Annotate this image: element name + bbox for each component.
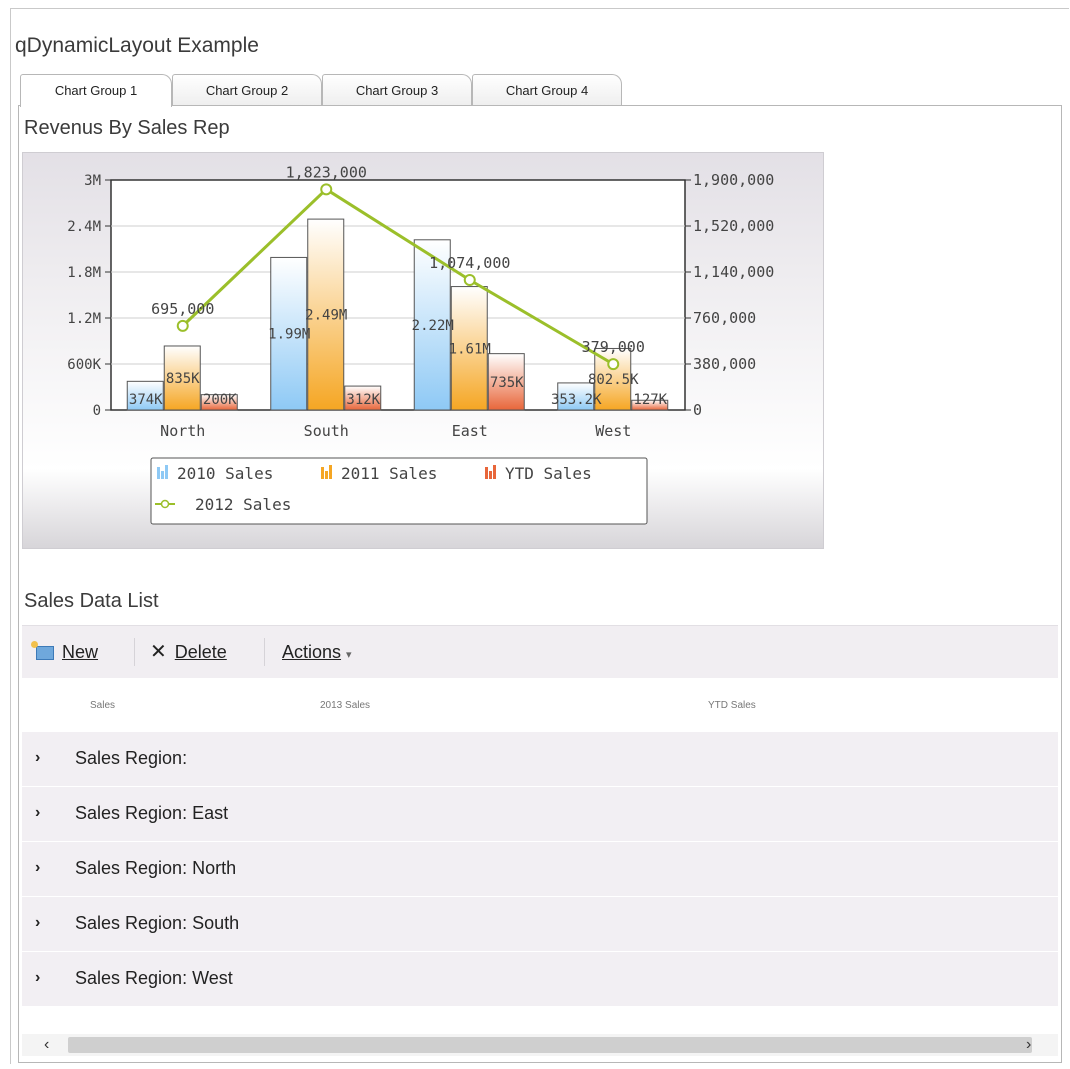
legend-bar-icon <box>493 465 496 479</box>
y-left-tick-label: 0 <box>93 403 101 419</box>
tab-chart-group-1[interactable]: Chart Group 1 <box>20 74 172 107</box>
x-tick-label: West <box>595 422 631 440</box>
x-tick-label: North <box>160 422 205 440</box>
column-header-ytd-sales[interactable]: YTD Sales <box>708 700 756 711</box>
legend-label: YTD Sales <box>505 464 592 483</box>
legend-bar-icon <box>165 465 168 479</box>
bar-data-label: 2.22M <box>412 318 454 334</box>
legend-bar-icon <box>489 471 492 479</box>
list-item[interactable]: › Sales Region: East <box>22 787 1058 842</box>
bar-data-label: 353.2K <box>551 392 602 408</box>
y-right-tick-label: 0 <box>693 401 702 419</box>
bar-data-label: 312K <box>346 392 380 408</box>
list-item-label: Sales Region: East <box>75 803 229 823</box>
legend-label: 2010 Sales <box>177 464 273 483</box>
expand-chevron-icon[interactable]: › <box>35 859 40 877</box>
line-point-2012-sales <box>176 319 189 332</box>
scroll-right-icon[interactable]: › <box>1026 1034 1031 1056</box>
y-right-tick-label: 1,140,000 <box>693 263 774 281</box>
list-title: Sales Data List <box>24 590 159 612</box>
bar-data-label: 1.61M <box>449 341 491 357</box>
list-item[interactable]: › Sales Region: West <box>22 952 1058 1007</box>
legend-bar-icon <box>485 467 488 479</box>
line-point-2012-sales <box>320 183 333 196</box>
y-right-tick-label: 760,000 <box>693 309 756 327</box>
bar-data-label: 374K <box>129 392 163 408</box>
expand-chevron-icon[interactable]: › <box>35 804 40 822</box>
legend-label: 2011 Sales <box>341 464 437 483</box>
list-item[interactable]: › Sales Region: North <box>22 842 1058 897</box>
tab-chart-group-4[interactable]: Chart Group 4 <box>472 74 622 106</box>
x-tick-label: South <box>304 422 349 440</box>
list-toolbar: New ✕ Delete Actions ▾ <box>22 625 1058 678</box>
y-left-tick-label: 1.8M <box>67 265 101 281</box>
bar-data-label: 127K <box>633 392 667 408</box>
legend-bar-icon <box>157 467 160 479</box>
y-right-tick-label: 1,520,000 <box>693 217 774 235</box>
bar-data-label: 200K <box>203 392 237 408</box>
line-data-label: 1,823,000 <box>286 163 367 181</box>
scrollbar-thumb[interactable] <box>68 1037 1032 1053</box>
legend-bar-icon <box>325 471 328 479</box>
revenue-chart: 0 0 600K 380,000 1.2M 760,000 1.8M 1,140,000 2.4… <box>67 163 774 525</box>
new-item-icon <box>31 641 54 661</box>
y-right-tick-label: 1,900,000 <box>693 171 774 189</box>
bar-data-label: 735K <box>490 375 524 391</box>
line-point-2012-sales <box>607 358 620 371</box>
bar-data-label: 2.49M <box>305 308 347 324</box>
legend-label: 2012 Sales <box>195 495 291 514</box>
legend-line-icon <box>160 499 170 509</box>
list-item[interactable]: › Sales Region: South <box>22 897 1058 952</box>
new-button-label: New <box>62 642 99 662</box>
bar-data-label: 835K <box>166 371 200 387</box>
legend-bar-icon <box>321 467 324 479</box>
y-left-tick-label: 3M <box>84 173 101 189</box>
scroll-left-icon[interactable]: ‹ <box>44 1034 49 1056</box>
legend-bar-icon <box>329 465 332 479</box>
expand-chevron-icon[interactable]: › <box>35 914 40 932</box>
y-left-tick-label: 1.2M <box>67 311 101 327</box>
tab-chart-group-2[interactable]: Chart Group 2 <box>172 74 322 106</box>
data-list: › Sales Region: › Sales Region: East › Sale… <box>22 732 1058 1007</box>
toolbar-divider <box>264 638 265 666</box>
actions-menu-button[interactable]: Actions ▾ <box>282 626 352 678</box>
horizontal-scrollbar[interactable]: ‹ › <box>22 1034 1058 1056</box>
y-left-tick-label: 600K <box>67 357 101 373</box>
legend-bar-icon <box>161 471 164 479</box>
y-left-tick-label: 2.4M <box>67 219 101 235</box>
list-item-label: Sales Region: South <box>75 913 240 933</box>
line-data-label: 1,074,000 <box>429 254 510 272</box>
bar-data-label: 802.5K <box>588 372 639 388</box>
y-right-tick-label: 380,000 <box>693 355 756 373</box>
column-header-2013-sales[interactable]: 2013 Sales <box>320 700 370 711</box>
x-tick-label: East <box>452 422 488 440</box>
list-item[interactable]: › Sales Region: <box>22 732 1058 787</box>
chart-container: 0 0 600K 380,000 1.2M 760,000 1.8M 1,140,000 2.4… <box>22 152 824 549</box>
chart-title: Revenus By Sales Rep <box>24 117 230 139</box>
delete-button-label: Delete <box>174 642 227 662</box>
delete-icon: ✕ <box>150 641 167 663</box>
bar-data-label: 1.99M <box>268 327 310 343</box>
actions-button-label: Actions <box>282 642 342 662</box>
chevron-down-icon: ▾ <box>346 649 352 661</box>
toolbar-divider <box>134 638 135 666</box>
list-item-label: Sales Region: <box>75 748 188 768</box>
column-headers: Sales 2013 Sales YTD Sales <box>22 690 1058 726</box>
list-item-label: Sales Region: North <box>75 858 237 878</box>
list-item-label: Sales Region: West <box>75 968 233 988</box>
line-data-label: 379,000 <box>582 338 645 356</box>
line-point-2012-sales <box>463 273 476 286</box>
delete-button[interactable]: ✕ Delete <box>150 626 227 678</box>
expand-chevron-icon[interactable]: › <box>35 749 40 767</box>
tab-chart-group-3[interactable]: Chart Group 3 <box>322 74 472 106</box>
line-data-label: 695,000 <box>151 300 214 318</box>
expand-chevron-icon[interactable]: › <box>35 969 40 987</box>
column-header-sales[interactable]: Sales <box>90 700 115 711</box>
app-title: qDynamicLayout Example <box>15 34 259 57</box>
new-button[interactable]: New <box>31 626 99 678</box>
